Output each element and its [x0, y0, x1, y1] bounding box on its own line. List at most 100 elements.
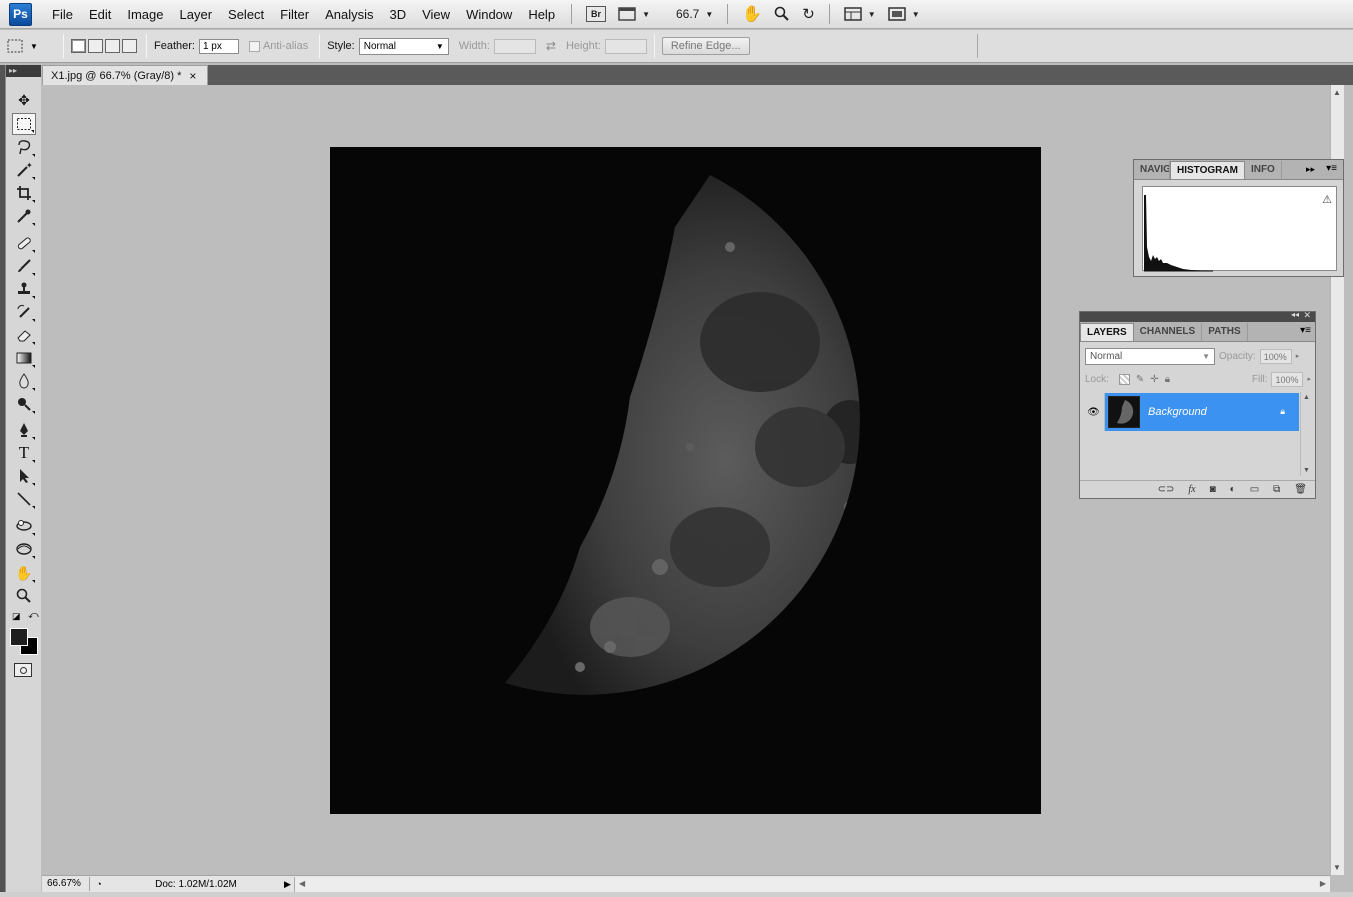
feather-input[interactable]: 1 px — [198, 38, 239, 54]
move-tool[interactable]: ✥ — [12, 89, 36, 111]
menu-3d[interactable]: 3D — [381, 0, 414, 29]
layer-row[interactable]: 👁︎ Background 🔒︎ — [1083, 392, 1299, 432]
lock-image-icon[interactable]: ✎ — [1136, 374, 1144, 385]
height-input[interactable] — [604, 38, 647, 54]
history-brush-tool[interactable] — [12, 301, 36, 323]
menu-help[interactable]: Help — [520, 0, 563, 29]
healing-brush-tool[interactable] — [12, 232, 36, 254]
bridge-button[interactable]: Br — [580, 3, 612, 25]
hand-tool[interactable]: ✋ — [12, 562, 36, 584]
blur-tool[interactable] — [12, 370, 36, 392]
menu-filter[interactable]: Filter — [272, 0, 317, 29]
menu-select[interactable]: Select — [220, 0, 272, 29]
layer-visibility-eye-icon[interactable]: 👁︎ — [1083, 393, 1105, 431]
collapse-tools-icon[interactable]: ▸▸ — [6, 65, 41, 77]
close-icon[interactable]: × — [189, 69, 196, 83]
style-select[interactable]: Normal ▼ — [358, 37, 449, 55]
intersect-selection-button[interactable] — [122, 39, 137, 53]
menu-file[interactable]: File — [44, 0, 81, 29]
marquee-preset-picker[interactable]: ▼ — [6, 38, 56, 54]
path-selection-tool[interactable] — [12, 465, 36, 487]
view-extras-button[interactable]: ▼ — [612, 3, 656, 25]
panel-menu-icon[interactable]: ▾≡ — [1326, 163, 1337, 174]
collapse-panel-icon[interactable]: ◂◂ — [1291, 310, 1299, 319]
3d-orbit-tool[interactable] — [12, 538, 36, 560]
zoom-tool-button[interactable] — [768, 3, 796, 25]
foreground-color-swatch[interactable] — [10, 628, 28, 646]
panel-expand-icon[interactable]: ▸▸ — [1306, 164, 1315, 175]
refine-edge-button[interactable]: Refine Edge... — [661, 37, 750, 55]
3d-rotate-tool[interactable] — [12, 515, 36, 537]
subtract-from-selection-button[interactable] — [105, 39, 120, 53]
brush-tool[interactable] — [12, 255, 36, 277]
swap-width-height-icon[interactable]: ⇄ — [546, 39, 556, 53]
lock-all-icon[interactable]: 🔒︎ — [1165, 374, 1170, 385]
dodge-tool[interactable] — [12, 393, 36, 415]
lock-position-icon[interactable]: ✛ — [1150, 374, 1158, 385]
eyedropper-tool[interactable] — [12, 205, 36, 227]
clone-stamp-tool[interactable] — [12, 278, 36, 300]
menu-analysis[interactable]: Analysis — [317, 0, 381, 29]
layers-scrollbar[interactable]: ▲ ▼ — [1300, 392, 1312, 476]
tab-info[interactable]: INFO — [1245, 161, 1282, 179]
horizontal-scrollbar[interactable]: ◀ ▶ — [294, 876, 1330, 892]
new-selection-button[interactable] — [71, 39, 86, 53]
blend-mode-select[interactable]: Normal ▼ — [1085, 347, 1215, 365]
warning-icon[interactable]: ⚠ — [1322, 193, 1332, 206]
opacity-arrow-icon[interactable]: ▸ — [1296, 352, 1300, 360]
new-group-icon[interactable]: ▭ — [1250, 484, 1259, 495]
add-to-selection-button[interactable] — [88, 39, 103, 53]
menu-view[interactable]: View — [414, 0, 458, 29]
layer-selected[interactable]: Background 🔒︎ — [1105, 393, 1299, 431]
line-tool[interactable] — [12, 488, 36, 510]
screen-mode-button[interactable]: ▼ — [882, 3, 926, 25]
lasso-tool[interactable] — [12, 136, 36, 158]
adjustment-layer-icon[interactable]: ◐ — [1230, 484, 1236, 495]
default-colors-icon[interactable]: ◪ — [12, 611, 21, 622]
type-tool[interactable]: T — [12, 442, 36, 464]
close-icon[interactable]: ✕ — [1303, 310, 1311, 321]
add-mask-icon[interactable]: ◙ — [1210, 484, 1216, 495]
layer-style-fx-icon[interactable]: fx — [1188, 484, 1195, 495]
fill-arrow-icon[interactable]: ▸ — [1307, 375, 1311, 383]
tab-histogram[interactable]: HISTOGRAM — [1170, 161, 1245, 179]
swap-colors-icon[interactable]: ⤺ — [28, 610, 39, 621]
delete-layer-icon[interactable]: 🗑︎ — [1294, 484, 1307, 495]
tab-paths[interactable]: PATHS — [1202, 323, 1248, 341]
opacity-input[interactable]: 100% — [1259, 348, 1292, 364]
tab-channels[interactable]: CHANNELS — [1134, 323, 1203, 341]
document-image[interactable] — [330, 147, 1041, 814]
tab-layers[interactable]: LAYERS — [1080, 323, 1134, 341]
marquee-tool[interactable] — [12, 113, 36, 135]
magic-wand-tool[interactable]: ✦ — [12, 159, 36, 181]
rotate-view-button[interactable]: ↻ — [796, 3, 821, 25]
scroll-left-icon[interactable]: ◀ — [299, 879, 305, 888]
status-zoom-field[interactable]: 66.67% — [42, 877, 90, 891]
scroll-right-icon[interactable]: ▶ — [1320, 879, 1326, 888]
eraser-tool[interactable] — [12, 324, 36, 346]
link-layers-icon[interactable]: ⊂⊃ — [1158, 484, 1175, 495]
tab-navigator[interactable]: NAVIG — [1134, 161, 1170, 179]
layer-name[interactable]: Background — [1148, 406, 1207, 418]
width-input[interactable] — [493, 38, 536, 54]
zoom-level-dropdown[interactable]: 66.7 ▼ — [670, 3, 719, 25]
new-layer-icon[interactable]: ⧉ — [1273, 484, 1280, 495]
fill-input[interactable]: 100% — [1271, 371, 1304, 387]
document-tab[interactable]: X1.jpg @ 66.7% (Gray/8) * × — [42, 65, 208, 85]
menu-layer[interactable]: Layer — [172, 0, 221, 29]
quick-mask-button[interactable] — [14, 663, 32, 677]
panel-menu-icon[interactable]: ▾≡ — [1300, 325, 1311, 336]
gradient-tool[interactable] — [12, 347, 36, 369]
hand-tool-button[interactable]: ✋ — [736, 3, 768, 25]
crop-tool[interactable] — [12, 182, 36, 204]
menu-image[interactable]: Image — [119, 0, 171, 29]
scroll-down-icon[interactable]: ▼ — [1333, 863, 1341, 872]
scroll-up-icon[interactable]: ▲ — [1303, 394, 1310, 401]
antialias-checkbox[interactable]: Anti-alias — [248, 40, 312, 52]
arrange-documents-button[interactable]: ▼ — [838, 3, 882, 25]
scroll-up-icon[interactable]: ▲ — [1333, 88, 1341, 97]
menu-window[interactable]: Window — [458, 0, 520, 29]
pen-tool[interactable] — [12, 419, 36, 441]
menu-edit[interactable]: Edit — [81, 0, 119, 29]
scroll-down-icon[interactable]: ▼ — [1303, 467, 1310, 474]
